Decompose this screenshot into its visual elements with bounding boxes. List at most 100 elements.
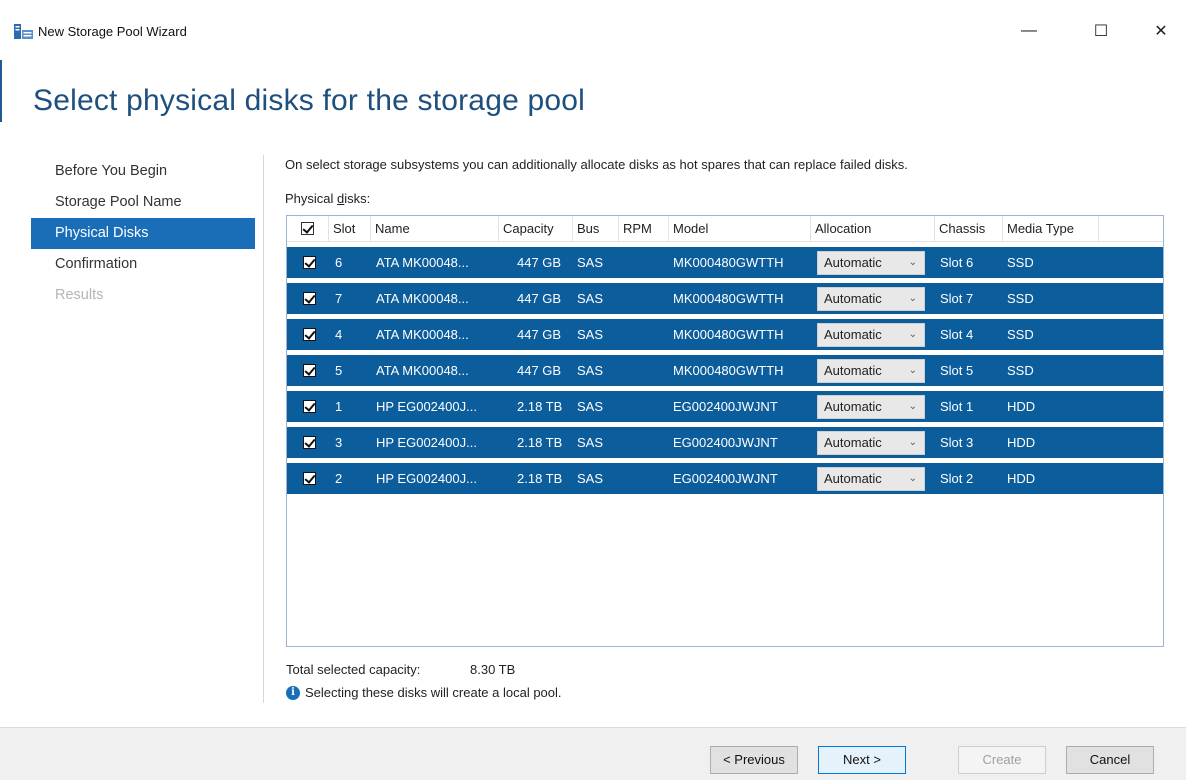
disk-checkbox[interactable] (303, 436, 316, 449)
capacity-cell: 447 GB (517, 291, 562, 306)
maximize-button[interactable]: ☐ (1078, 18, 1124, 44)
capacity-cell: 2.18 TB (517, 435, 563, 450)
slot-cell: 6 (335, 255, 343, 270)
header-rpm[interactable]: RPM (619, 216, 669, 242)
page-title: Select physical disks for the storage po… (33, 84, 586, 117)
label-text-pre: Physical (285, 191, 338, 206)
allocation-value: Automatic (824, 327, 882, 342)
allocation-value: Automatic (824, 435, 882, 450)
step-confirmation[interactable]: Confirmation (31, 249, 255, 280)
total-capacity-value: 8.30 TB (470, 662, 516, 677)
select-all-checkbox[interactable] (301, 222, 314, 235)
chevron-down-icon: ⌄ (908, 401, 917, 412)
model-cell: EG002400JWJNT (673, 399, 778, 414)
model-cell: MK000480GWTTH (673, 327, 784, 342)
allocation-value: Automatic (824, 291, 882, 306)
disk-checkbox[interactable] (303, 328, 316, 341)
slot-cell: 1 (335, 399, 343, 414)
chevron-down-icon: ⌄ (908, 437, 917, 448)
bus-cell: SAS (577, 435, 604, 450)
capacity-cell: 2.18 TB (517, 399, 563, 414)
chevron-down-icon: ⌄ (908, 365, 917, 376)
header-model[interactable]: Model (669, 216, 811, 242)
minimize-button[interactable]: — (1006, 18, 1052, 44)
header-slot[interactable]: Slot (329, 216, 371, 242)
name-cell: HP EG002400J... (376, 435, 477, 450)
disk-checkbox[interactable] (303, 364, 316, 377)
media-type-cell: SSD (1007, 291, 1034, 306)
capacity-cell: 447 GB (517, 327, 562, 342)
wizard-steps-nav: Before You Begin Storage Pool Name Physi… (31, 156, 255, 311)
model-cell: MK000480GWTTH (673, 291, 784, 306)
name-cell: ATA MK00048... (376, 363, 469, 378)
allocation-dropdown[interactable]: Automatic ⌄ (817, 359, 925, 383)
storage-pool-app-icon (14, 24, 33, 39)
media-type-cell: HDD (1007, 399, 1036, 414)
allocation-dropdown[interactable]: Automatic ⌄ (817, 323, 925, 347)
close-button[interactable]: ✕ (1138, 18, 1184, 44)
media-type-cell: SSD (1007, 327, 1034, 342)
chassis-cell: Slot 3 (940, 435, 974, 450)
disk-row[interactable]: 7 ATA MK00048... 447 GB SAS MK000480GWTT… (287, 283, 1163, 314)
bus-cell: SAS (577, 471, 604, 486)
previous-button[interactable]: < Previous (710, 746, 798, 774)
allocation-value: Automatic (824, 255, 882, 270)
disk-row[interactable]: 6 ATA MK00048... 447 GB SAS MK000480GWTT… (287, 247, 1163, 278)
allocation-dropdown[interactable]: Automatic ⌄ (817, 287, 925, 311)
header-name[interactable]: Name (371, 216, 499, 242)
disk-row[interactable]: 5 ATA MK00048... 447 GB SAS MK000480GWTT… (287, 355, 1163, 386)
info-icon: i (286, 685, 300, 700)
header-bus[interactable]: Bus (573, 216, 619, 242)
bus-cell: SAS (577, 327, 604, 342)
header-select-all[interactable] (287, 216, 329, 242)
disk-checkbox[interactable] (303, 292, 316, 305)
next-button[interactable]: Next > (818, 746, 906, 774)
model-cell: EG002400JWJNT (673, 435, 778, 450)
chassis-cell: Slot 7 (940, 291, 974, 306)
slot-cell: 7 (335, 291, 343, 306)
chassis-cell: Slot 5 (940, 363, 974, 378)
disk-row[interactable]: 3 HP EG002400J... 2.18 TB SAS EG002400JW… (287, 427, 1163, 458)
title-bar[interactable]: New Storage Pool Wizard — ☐ ✕ (0, 0, 1186, 60)
local-pool-info: i Selecting these disks will create a lo… (286, 685, 562, 700)
disk-row[interactable]: 4 ATA MK00048... 447 GB SAS MK000480GWTT… (287, 319, 1163, 350)
disk-row[interactable]: 1 HP EG002400J... 2.18 TB SAS EG002400JW… (287, 391, 1163, 422)
slot-cell: 3 (335, 435, 343, 450)
allocation-dropdown[interactable]: Automatic ⌄ (817, 395, 925, 419)
name-cell: HP EG002400J... (376, 471, 477, 486)
disk-checkbox[interactable] (303, 400, 316, 413)
allocation-dropdown[interactable]: Automatic ⌄ (817, 251, 925, 275)
header-allocation[interactable]: Allocation (811, 216, 935, 242)
chevron-down-icon: ⌄ (908, 329, 917, 340)
step-before-you-begin[interactable]: Before You Begin (31, 156, 255, 187)
media-type-cell: HDD (1007, 435, 1036, 450)
list-header: Slot Name Capacity Bus RPM Model Allocat… (287, 216, 1163, 242)
chevron-down-icon: ⌄ (908, 257, 917, 268)
total-capacity-label: Total selected capacity: (286, 662, 421, 677)
step-physical-disks[interactable]: Physical Disks (31, 218, 255, 249)
allocation-dropdown[interactable]: Automatic ⌄ (817, 431, 925, 455)
disk-row[interactable]: 2 HP EG002400J... 2.18 TB SAS EG002400JW… (287, 463, 1163, 494)
disk-checkbox[interactable] (303, 472, 316, 485)
cancel-button[interactable]: Cancel (1066, 746, 1154, 774)
physical-disks-list[interactable]: Slot Name Capacity Bus RPM Model Allocat… (286, 215, 1164, 647)
allocation-dropdown[interactable]: Automatic ⌄ (817, 467, 925, 491)
chassis-cell: Slot 1 (940, 399, 974, 414)
physical-disks-label: Physical disks: (285, 191, 370, 206)
allocation-value: Automatic (824, 363, 882, 378)
header-media-type[interactable]: Media Type (1003, 216, 1099, 242)
name-cell: ATA MK00048... (376, 255, 469, 270)
slot-cell: 2 (335, 471, 343, 486)
disk-checkbox[interactable] (303, 256, 316, 269)
allocation-value: Automatic (824, 399, 882, 414)
header-chassis[interactable]: Chassis (935, 216, 1003, 242)
slot-cell: 4 (335, 327, 343, 342)
capacity-cell: 447 GB (517, 255, 562, 270)
model-cell: MK000480GWTTH (673, 363, 784, 378)
media-type-cell: SSD (1007, 363, 1034, 378)
step-storage-pool-name[interactable]: Storage Pool Name (31, 187, 255, 218)
nav-divider (263, 155, 264, 703)
name-cell: ATA MK00048... (376, 291, 469, 306)
header-capacity[interactable]: Capacity (499, 216, 573, 242)
capacity-cell: 447 GB (517, 363, 562, 378)
